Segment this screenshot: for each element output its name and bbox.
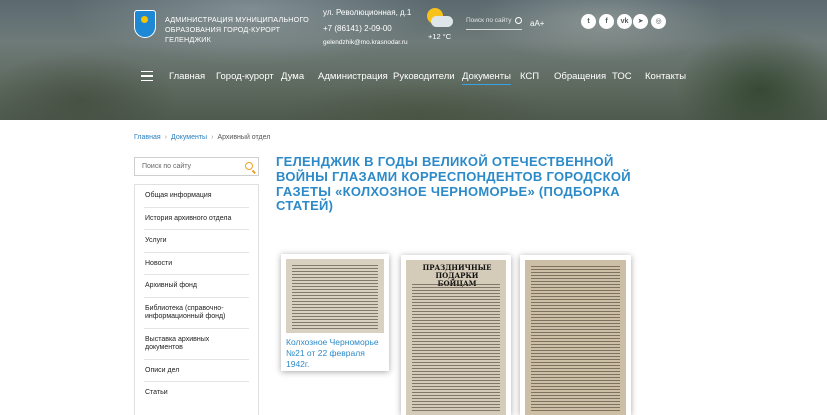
nav-item-tos[interactable]: ТОС <box>612 71 632 82</box>
temperature: +12 °C <box>428 32 452 41</box>
vk-icon[interactable]: vk <box>617 14 632 29</box>
nav-item-city[interactable]: Город-курорт <box>216 71 274 82</box>
breadcrumb-current: Архивный отдел <box>217 134 271 141</box>
twitter-icon[interactable]: t <box>581 14 596 29</box>
telegram-icon[interactable]: ➤ <box>633 14 648 29</box>
header-search-placeholder: Поиск по сайту <box>466 17 512 24</box>
breadcrumb: Главная › Документы › Архивный отдел <box>134 134 270 141</box>
font-size-toggle[interactable]: аА+ <box>530 19 544 28</box>
sidebar-item-archive-fund[interactable]: Архивный фонд <box>144 275 249 298</box>
coat-of-arms-logo[interactable] <box>134 10 156 38</box>
breadcrumb-home[interactable]: Главная <box>134 134 161 141</box>
burger-menu-icon[interactable] <box>141 71 153 81</box>
page-title: Геленджик в годы Великой Отечественной в… <box>276 154 631 214</box>
breadcrumb-separator: › <box>211 134 214 141</box>
gallery-card[interactable]: Колхозное Черноморье №21 от 22 февраля 1… <box>281 254 389 371</box>
administration-name[interactable]: Администрация муниципального образования… <box>165 15 315 45</box>
sidebar-item-library[interactable]: Библиотека (справочно-информационный фон… <box>144 298 249 329</box>
breadcrumb-separator: › <box>164 134 167 141</box>
weather-icon <box>423 8 455 32</box>
card-caption[interactable]: Колхозное Черноморье №21 от 22 февраля 1… <box>286 337 386 370</box>
nav-item-leaders[interactable]: Руководители <box>393 71 455 82</box>
banner-background-image <box>0 0 827 120</box>
address: ул. Революционная, д.1 <box>323 8 412 17</box>
sidebar-search-placeholder: Поиск по сайту <box>142 163 192 170</box>
facebook-icon[interactable]: f <box>599 14 614 29</box>
sidebar-item-services[interactable]: Услуги <box>144 230 249 253</box>
sidebar-item-news[interactable]: Новости <box>144 253 249 275</box>
breadcrumb-documents[interactable]: Документы <box>171 134 207 141</box>
nav-item-home[interactable]: Главная <box>169 71 205 82</box>
gallery-card[interactable] <box>520 255 631 415</box>
search-icon[interactable] <box>245 162 253 170</box>
nav-item-duma[interactable]: Дума <box>281 71 304 82</box>
sidebar-item-archive-history[interactable]: История архивного отдела <box>144 208 249 230</box>
contact-block: ул. Революционная, д.1 +7 (86141) 2-09-0… <box>323 8 411 46</box>
gallery-card[interactable]: ПРАЗДНИЧНЫЕ ПОДАРКИ БОЙЦАМ <box>401 255 511 415</box>
nav-item-appeals[interactable]: Обращения <box>554 71 606 82</box>
nav-item-documents[interactable]: Документы <box>462 71 511 85</box>
sidebar-item-articles[interactable]: Статьи <box>144 382 249 404</box>
nav-item-administration[interactable]: Администрация <box>318 71 388 82</box>
search-icon[interactable] <box>515 17 522 24</box>
nav-item-ksp[interactable]: КСП <box>520 71 539 82</box>
sidebar-menu: Общая информация История архивного отдел… <box>134 184 259 415</box>
newspaper-clipping-image[interactable]: ПРАЗДНИЧНЫЕ ПОДАРКИ БОЙЦАМ <box>406 260 506 415</box>
newspaper-clipping-image[interactable] <box>286 259 384 333</box>
sidebar-item-exhibition[interactable]: Выставка архивных документов <box>144 329 249 360</box>
phone[interactable]: +7 (86141) 2-09-00 <box>323 24 411 33</box>
newspaper-clipping-image[interactable] <box>525 260 626 415</box>
nav-item-contacts[interactable]: Контакты <box>645 71 686 82</box>
sidebar-item-inventories[interactable]: Описи дел <box>144 360 249 382</box>
sidebar-search-input[interactable]: Поиск по сайту <box>134 157 259 176</box>
header-banner: Администрация муниципального образования… <box>0 0 827 120</box>
email[interactable]: gelendzhik@mo.krasnodar.ru <box>323 39 411 46</box>
instagram-icon[interactable]: ◎ <box>651 14 666 29</box>
header-search-input[interactable]: Поиск по сайту <box>466 14 522 30</box>
sidebar-item-general-info[interactable]: Общая информация <box>144 185 249 208</box>
